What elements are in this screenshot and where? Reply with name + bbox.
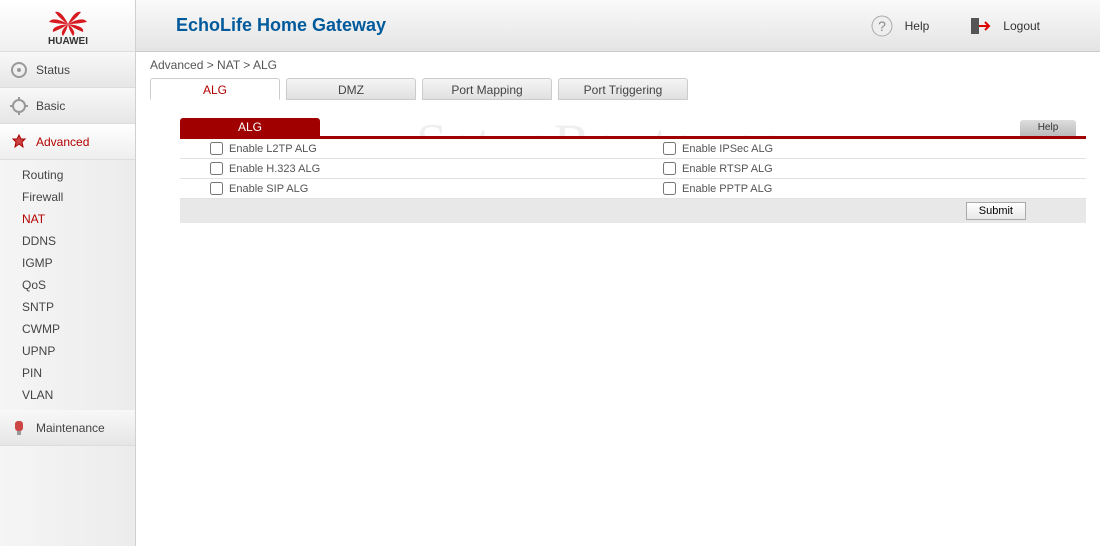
page-title: EchoLife Home Gateway	[176, 15, 871, 36]
sidebar-sub-sntp[interactable]: SNTP	[0, 296, 135, 318]
svg-text:HUAWEI: HUAWEI	[48, 36, 88, 46]
help-link[interactable]: Help	[905, 19, 930, 33]
huawei-logo-icon: HUAWEI	[23, 6, 113, 46]
sidebar-sub-vlan[interactable]: VLAN	[0, 384, 135, 406]
sidebar-sub-pin[interactable]: PIN	[0, 362, 135, 384]
checkbox-sip[interactable]	[210, 182, 223, 195]
checkbox-label: Enable IPSec ALG	[682, 143, 773, 155]
sidebar-section-maintenance[interactable]: Maintenance	[0, 410, 135, 446]
table-row: Enable SIP ALG Enable PPTP ALG	[180, 179, 1086, 199]
tab-dmz[interactable]: DMZ	[286, 78, 416, 100]
svg-text:?: ?	[878, 18, 886, 34]
sidebar-section-basic[interactable]: Basic	[0, 88, 135, 124]
tab-port-triggering[interactable]: Port Triggering	[558, 78, 688, 100]
sidebar-sub-upnp[interactable]: UPNP	[0, 340, 135, 362]
checkbox-l2tp[interactable]	[210, 142, 223, 155]
sidebar-label: Maintenance	[36, 421, 105, 435]
main-area: EchoLife Home Gateway ? Help Logout Setu…	[136, 0, 1100, 546]
status-icon	[10, 61, 28, 79]
help-icon[interactable]: ?	[871, 15, 893, 37]
breadcrumb: Advanced > NAT > ALG	[150, 58, 1086, 72]
sidebar-label: Advanced	[36, 135, 89, 149]
checkbox-h323[interactable]	[210, 162, 223, 175]
sidebar-sub-ddns[interactable]: DDNS	[0, 230, 135, 252]
maintenance-icon	[10, 419, 28, 437]
sidebar-subitems: Routing Firewall NAT DDNS IGMP QoS SNTP …	[0, 160, 135, 410]
tab-alg[interactable]: ALG	[150, 78, 280, 100]
checkbox-label: Enable PPTP ALG	[682, 183, 772, 195]
panel-help-button[interactable]: Help	[1020, 120, 1076, 136]
logout-icon[interactable]	[969, 15, 991, 37]
sidebar-label: Status	[36, 63, 70, 77]
content: SetupRouter.co Advanced > NAT > ALG ALG …	[136, 52, 1100, 546]
checkbox-label: Enable RTSP ALG	[682, 163, 773, 175]
panel-body: Enable L2TP ALG Enable IPSec ALG Enable …	[180, 136, 1086, 223]
checkbox-ipsec[interactable]	[663, 142, 676, 155]
sidebar-sub-firewall[interactable]: Firewall	[0, 186, 135, 208]
submit-button[interactable]: Submit	[966, 202, 1026, 220]
sidebar: HUAWEI Status Basic Advanced Routing Fir…	[0, 0, 136, 546]
submit-row: Submit	[180, 199, 1086, 223]
table-row: Enable L2TP ALG Enable IPSec ALG	[180, 139, 1086, 159]
sidebar-sub-cwmp[interactable]: CWMP	[0, 318, 135, 340]
checkbox-label: Enable L2TP ALG	[229, 143, 317, 155]
sidebar-sub-nat[interactable]: NAT	[0, 208, 135, 230]
advanced-icon	[10, 133, 28, 151]
panel-title: ALG	[180, 118, 320, 136]
panel: ALG Help Enable L2TP ALG Enable IPSec AL…	[180, 118, 1086, 223]
brand-logo: HUAWEI	[0, 0, 135, 52]
tabs: ALG DMZ Port Mapping Port Triggering	[150, 78, 1086, 100]
logout-link[interactable]: Logout	[1003, 19, 1040, 33]
checkbox-pptp[interactable]	[663, 182, 676, 195]
topbar: EchoLife Home Gateway ? Help Logout	[136, 0, 1100, 52]
sidebar-sub-qos[interactable]: QoS	[0, 274, 135, 296]
checkbox-label: Enable H.323 ALG	[229, 163, 320, 175]
table-row: Enable H.323 ALG Enable RTSP ALG	[180, 159, 1086, 179]
sidebar-sub-routing[interactable]: Routing	[0, 164, 135, 186]
checkbox-label: Enable SIP ALG	[229, 183, 308, 195]
checkbox-rtsp[interactable]	[663, 162, 676, 175]
basic-icon	[10, 97, 28, 115]
tab-port-mapping[interactable]: Port Mapping	[422, 78, 552, 100]
sidebar-label: Basic	[36, 99, 65, 113]
sidebar-section-status[interactable]: Status	[0, 52, 135, 88]
sidebar-section-advanced[interactable]: Advanced	[0, 124, 135, 160]
sidebar-sub-igmp[interactable]: IGMP	[0, 252, 135, 274]
